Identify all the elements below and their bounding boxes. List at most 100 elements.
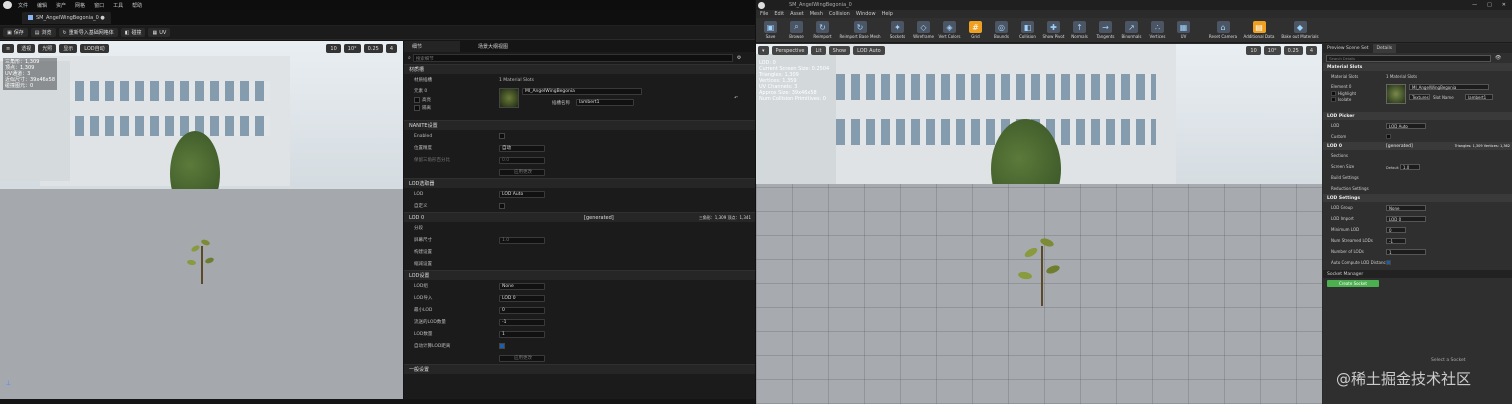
min-lod-input[interactable]: 0 — [499, 306, 545, 314]
lod-auto-button[interactable]: LOD Auto — [853, 46, 885, 55]
menu-window[interactable]: Window — [856, 11, 876, 17]
viewport[interactable]: ≡ 透视 光照 显示 LOD自动 10 10° 0.25 4 三角形：1,309… — [0, 41, 403, 399]
search-input[interactable] — [412, 54, 733, 62]
tab-details[interactable]: Details — [1372, 44, 1397, 53]
menu-asset[interactable]: 资产 — [56, 2, 66, 9]
menu-edit[interactable]: Edit — [774, 11, 784, 17]
nanite-enabled-checkbox[interactable] — [499, 133, 505, 139]
unreal-logo-icon[interactable] — [3, 1, 12, 9]
menu-collision[interactable]: Collision — [829, 11, 850, 17]
show-button[interactable]: 显示 — [59, 44, 78, 53]
build-settings-row[interactable]: Build Settings — [1323, 172, 1512, 183]
scale-snap-button[interactable]: 0.25 — [1283, 46, 1303, 55]
menu-tools[interactable]: 工具 — [113, 2, 123, 9]
wireframe-button[interactable]: ◇ Wireframe — [912, 21, 935, 39]
material-thumbnail[interactable] — [1386, 84, 1406, 104]
normals-button[interactable]: ↑ Normals — [1068, 21, 1091, 39]
apply-changes-button[interactable]: 应用更改 — [499, 168, 545, 176]
vert-colors-button[interactable]: ◈ Vert Colors — [938, 21, 961, 39]
reset-arrow-icon[interactable]: ↶ — [734, 96, 738, 101]
section-lod-settings[interactable]: LOD设置 — [404, 270, 755, 280]
position-precision-select[interactable]: 自动 — [499, 144, 545, 152]
num-lods-input[interactable]: 1 — [1386, 248, 1426, 255]
num-streamed-input[interactable]: -1 — [499, 318, 545, 326]
section-material-slots[interactable]: Material Slots — [1323, 63, 1512, 71]
save-button[interactable]: ▣ Save — [759, 21, 782, 39]
lod-import-select[interactable]: LOD 0 — [499, 294, 545, 302]
isolate-checkbox[interactable] — [1331, 97, 1336, 102]
lod-select[interactable]: LOD Auto — [499, 190, 545, 198]
lod-select[interactable]: LOD Auto — [1386, 122, 1426, 129]
lod-group-select[interactable]: None — [1386, 204, 1426, 211]
save-button[interactable]: ▣ 保存 — [3, 28, 28, 37]
browse-button[interactable]: ⌕ Browse — [785, 21, 808, 39]
create-socket-button[interactable]: Create Socket — [1327, 279, 1379, 287]
collision-button[interactable]: ◧ Collision — [1016, 21, 1039, 39]
settings-icon[interactable]: ⚙ — [737, 55, 741, 61]
vertices-button[interactable]: ∴ Vertices — [1146, 21, 1169, 39]
additional-data-button[interactable]: ▤ Additional Data — [1241, 21, 1277, 39]
camera-speed-button[interactable]: 4 — [1305, 46, 1317, 55]
grid-button[interactable]: # Grid — [964, 21, 987, 39]
sections-row[interactable]: Sections — [1323, 150, 1512, 161]
section-lod-picker[interactable]: LOD Picker — [1323, 112, 1512, 120]
reset-camera-button[interactable]: ⌂ Reset Camera — [1208, 21, 1238, 39]
material-picker[interactable]: MI_AngelWingBegonia — [522, 88, 642, 95]
minimize-icon[interactable]: — — [1472, 2, 1477, 8]
browse-button[interactable]: ▤ 浏览 — [30, 28, 56, 37]
highlight-checkbox[interactable] — [414, 97, 420, 103]
section-nanite[interactable]: NANITE设置 — [404, 120, 755, 130]
menu-window[interactable]: 窗口 — [94, 2, 104, 9]
lod-group-select[interactable]: None — [499, 282, 545, 290]
tangents-button[interactable]: → Tangents — [1094, 21, 1117, 39]
menu-asset[interactable]: Asset — [790, 11, 804, 17]
custom-checkbox[interactable] — [499, 203, 505, 209]
num-lods-input[interactable]: 1 — [499, 330, 545, 338]
keep-triangle-input[interactable]: 0.0 — [499, 156, 545, 164]
screen-size-input[interactable]: 1.0 — [1399, 163, 1420, 170]
auto-compute-checkbox[interactable] — [1386, 260, 1391, 265]
perspective-button[interactable]: Perspective — [771, 46, 809, 55]
lit-button[interactable]: 光照 — [38, 44, 57, 53]
close-icon[interactable]: ✕ — [1502, 2, 1506, 8]
screen-size-input[interactable]: 1.0 — [499, 236, 545, 244]
maximize-icon[interactable]: □ — [1487, 2, 1492, 8]
angle-snap-button[interactable]: 10° — [1263, 46, 1281, 55]
isolate-checkbox[interactable] — [414, 105, 420, 111]
binormals-button[interactable]: ↗ Binormals — [1120, 21, 1143, 39]
sockets-button[interactable]: ✦ Sockets — [886, 21, 909, 39]
uv-button[interactable]: ▦ UV — [1172, 21, 1195, 39]
section-lod0[interactable]: LOD 0 [generated] 三角形：1,309 顶点：1,341 — [404, 212, 755, 222]
bounds-button[interactable]: ◎ Bounds — [990, 21, 1013, 39]
viewport-menu-button[interactable]: ▾ — [758, 46, 769, 55]
grid-snap-button[interactable]: 10 — [326, 44, 341, 53]
menu-help[interactable]: 帮助 — [132, 2, 142, 9]
view-options-icon[interactable]: 👁 — [1495, 55, 1501, 61]
menu-edit[interactable]: 编辑 — [37, 2, 47, 9]
reimport-base-mesh-button[interactable]: ↻ Reimport Base Mesh — [837, 21, 883, 39]
menu-mesh[interactable]: 网格 — [75, 2, 85, 9]
highlight-checkbox[interactable] — [1331, 91, 1336, 96]
perspective-button[interactable]: 透视 — [17, 44, 36, 53]
section-lod-settings[interactable]: LOD Settings — [1323, 194, 1512, 202]
tab-preview-scene-settings[interactable]: Preview Scene Set — [1323, 44, 1373, 53]
viewport[interactable]: ▾ Perspective Lit Show LOD Auto 10 10° 0… — [756, 44, 1322, 404]
socket-manager-tab[interactable]: Socket Manager — [1323, 270, 1512, 278]
menu-mesh[interactable]: Mesh — [810, 11, 823, 17]
viewport-menu-button[interactable]: ≡ — [2, 44, 15, 53]
slot-name-input[interactable]: lambert1 — [576, 99, 634, 106]
material-picker[interactable]: MI_AngelWingBegonia — [1409, 84, 1489, 90]
build-settings-row[interactable]: 构建设置 — [404, 246, 755, 258]
begonia-mesh[interactable] — [183, 236, 223, 286]
tab-details[interactable]: 细节 — [404, 41, 460, 52]
section-general[interactable]: 一般设置 — [404, 364, 755, 374]
reimport-button[interactable]: ↻ Reimport — [811, 21, 834, 39]
custom-checkbox[interactable] — [1386, 134, 1391, 139]
section-lod-picker[interactable]: LOD选取器 — [404, 178, 755, 188]
camera-speed-button[interactable]: 4 — [385, 44, 397, 53]
tab-scene-outliner[interactable]: 场景大纲视图 — [470, 41, 516, 52]
slot-name-input[interactable]: lambert1 — [1465, 94, 1493, 100]
lod-auto-button[interactable]: LOD自动 — [80, 44, 109, 53]
asset-tab[interactable]: SM_AngelWingBegonia_0 ● — [22, 11, 111, 24]
apply-changes-button[interactable]: 应用更改 — [499, 354, 545, 362]
